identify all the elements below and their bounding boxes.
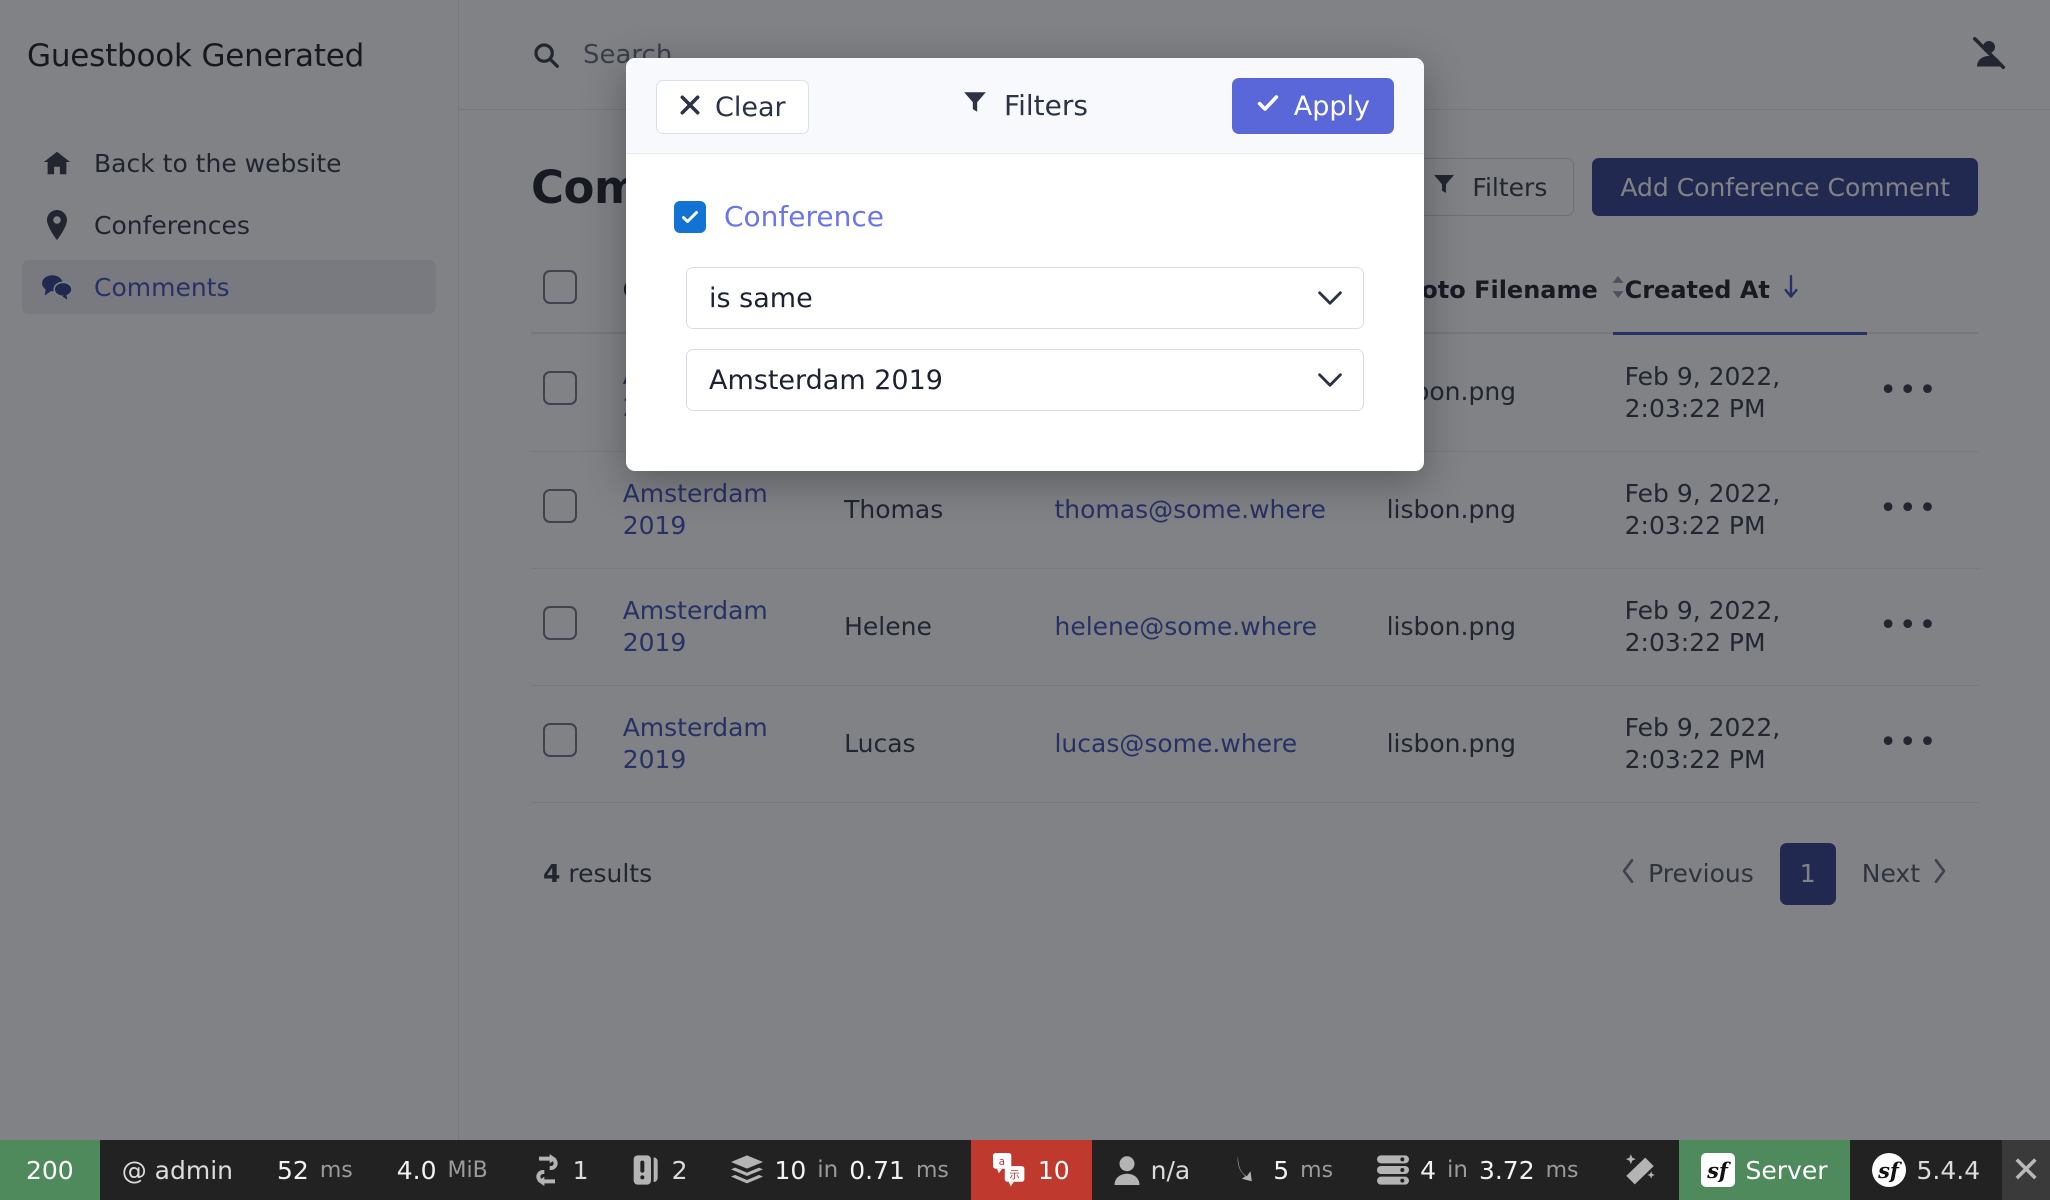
db-time: 3.72 — [1479, 1156, 1535, 1185]
apply-label: Apply — [1294, 91, 1370, 122]
db-unit: ms — [1546, 1158, 1579, 1183]
db-in-label: in — [1447, 1157, 1468, 1183]
conference-filter-checkbox[interactable] — [674, 201, 706, 233]
server-label: Server — [1746, 1156, 1828, 1185]
svg-text:示: 示 — [1009, 1169, 1019, 1181]
symfony-version: 5.4.4 — [1917, 1156, 1981, 1185]
security-user: n/a — [1151, 1156, 1191, 1185]
redirect-icon — [532, 1154, 562, 1186]
apply-filters-button[interactable]: Apply — [1232, 78, 1394, 134]
toolbar-debug-tools[interactable] — [1601, 1140, 1679, 1200]
toolbar-security[interactable]: n/a — [1092, 1140, 1213, 1200]
symfony-logo-text: sf — [1878, 1158, 1899, 1183]
toolbar-memory[interactable]: 4.0 MiB — [375, 1140, 510, 1200]
user-icon — [1114, 1155, 1140, 1185]
redirect-count: 1 — [573, 1156, 589, 1185]
cache-in-label: in — [817, 1157, 838, 1183]
modal-header: Clear Filters Apply — [626, 58, 1424, 154]
form-icon — [1234, 1155, 1262, 1185]
toolbar-time[interactable]: 52 ms — [255, 1140, 375, 1200]
close-icon — [679, 92, 701, 123]
cache-unit: ms — [916, 1158, 949, 1183]
filter-icon — [962, 89, 988, 122]
toolbar-exception[interactable]: 2 — [611, 1140, 710, 1200]
toolbar-user[interactable]: @ admin — [100, 1140, 255, 1200]
layers-icon — [731, 1155, 763, 1185]
exception-icon — [633, 1154, 661, 1186]
clear-label: Clear — [715, 92, 786, 123]
chevron-down-icon — [1317, 367, 1343, 393]
toolbar-routing[interactable]: 1 — [510, 1140, 611, 1200]
check-icon — [1256, 91, 1280, 122]
forms-unit: ms — [1300, 1158, 1333, 1183]
exception-count: 2 — [672, 1156, 688, 1185]
modal-body: Conference is same Amsterdam 2019 — [626, 154, 1424, 471]
clear-filters-button[interactable]: Clear — [656, 80, 809, 134]
db-count: 4 — [1420, 1156, 1436, 1185]
toolbar-close-button[interactable]: ✕ — [2002, 1140, 2050, 1200]
toolbar-database[interactable]: 4 in 3.72 ms — [1355, 1140, 1600, 1200]
conference-operator-select[interactable]: is same — [686, 267, 1364, 329]
symfony-debug-toolbar: 200 @ admin 52 ms 4.0 MiB 1 — [0, 1140, 2050, 1200]
filter-toggle-conference: Conference — [674, 200, 1394, 233]
translation-count: 10 — [1038, 1156, 1070, 1185]
toolbar-server[interactable]: sf Server — [1679, 1140, 1850, 1200]
toolbar-cache[interactable]: 10 in 0.71 ms — [709, 1140, 970, 1200]
svg-text:a: a — [998, 1156, 1004, 1168]
memory-unit: MiB — [447, 1158, 487, 1183]
memory-value: 4.0 — [397, 1156, 437, 1185]
toolbar-forms[interactable]: 5 ms — [1212, 1140, 1355, 1200]
time-value: 52 — [277, 1156, 309, 1185]
forms-time: 5 — [1273, 1156, 1289, 1185]
database-icon — [1377, 1154, 1409, 1186]
filters-modal: Clear Filters Apply — [626, 58, 1424, 471]
translation-icon: a 示 — [993, 1153, 1027, 1187]
conference-filter-label[interactable]: Conference — [724, 200, 884, 233]
chevron-down-icon — [1317, 285, 1343, 311]
conference-value-select[interactable]: Amsterdam 2019 — [686, 349, 1364, 411]
toolbar-status-code[interactable]: 200 — [0, 1140, 100, 1200]
toolbar-translations[interactable]: a 示 10 — [971, 1140, 1092, 1200]
modal-title: Filters — [962, 89, 1088, 122]
cache-count: 10 — [774, 1156, 806, 1185]
operator-value: is same — [709, 283, 813, 314]
conference-value: Amsterdam 2019 — [709, 365, 943, 396]
symfony-logo-text: sf — [1707, 1158, 1728, 1183]
app-root: Guestbook Generated Back to the website — [0, 0, 2050, 1200]
magic-wand-icon — [1623, 1154, 1657, 1186]
toolbar-symfony-version[interactable]: sf 5.4.4 — [1850, 1140, 2003, 1200]
symfony-logo-icon: sf — [1872, 1153, 1906, 1187]
modal-title-label: Filters — [1004, 89, 1088, 122]
cache-time: 0.71 — [849, 1156, 905, 1185]
time-unit: ms — [320, 1158, 353, 1183]
symfony-logo-icon: sf — [1701, 1153, 1735, 1187]
